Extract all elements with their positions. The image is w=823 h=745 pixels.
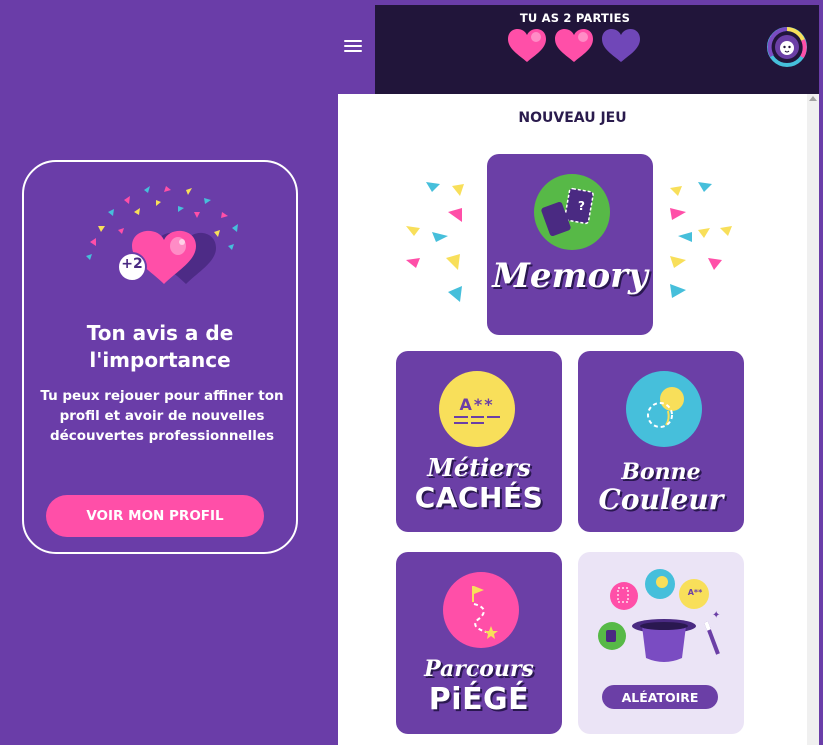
confetti-hearts-icon: [86, 186, 238, 284]
confetti-left-icon: [406, 182, 464, 302]
lives-text: TU AS 2 PARTIES: [519, 11, 631, 25]
bonne-couleur-tile[interactable]: Bonne Couleur: [578, 351, 744, 532]
memory-title: Memory: [492, 256, 648, 296]
parcours-line1: Parcours: [424, 656, 534, 682]
couleur-line2: Couleur: [598, 483, 724, 516]
section-title: NOUVEAU JEU: [518, 110, 627, 126]
heart-full-1-icon: [508, 29, 546, 62]
lion-avatar-icon[interactable]: [766, 26, 808, 68]
svg-text:✦: ✦: [712, 610, 720, 621]
metiers-caches-tile[interactable]: A** Métiers CACHÉS: [396, 351, 562, 532]
confetti-right-icon: [670, 182, 732, 298]
heart-full-2-icon: [555, 29, 593, 62]
promo-card: +2 Ton avis a de l'importance Tu peux re…: [22, 160, 298, 554]
couleur-line1: Bonne: [621, 459, 701, 485]
lives-hearts: [507, 27, 647, 67]
bubble-text: A**: [687, 588, 703, 597]
promo-text: Tu peux rejouer pour affiner ton profil …: [40, 388, 284, 444]
scrollbar[interactable]: [807, 94, 819, 745]
parcours-piege-tile[interactable]: Parcours PiÉGÉ: [396, 552, 562, 734]
plus-two-badge: +2: [121, 256, 143, 272]
promo-title: Ton avis a de l'importance: [86, 321, 234, 372]
view-profile-button[interactable]: VOIR MON PROFIL: [46, 495, 264, 537]
top-bar: TU AS 2 PARTIES: [375, 5, 819, 94]
svg-text:?: ?: [578, 199, 585, 213]
metiers-line1: Métiers: [427, 453, 531, 482]
heart-empty-icon: [602, 29, 640, 62]
scroll-up-icon[interactable]: [809, 96, 817, 101]
memory-game-tile[interactable]: ? Memory: [487, 154, 653, 335]
hidden-letters-text: A**: [459, 395, 495, 414]
hamburger-menu-icon[interactable]: [344, 40, 362, 54]
parcours-line2: PiÉGÉ: [428, 682, 530, 717]
cards-icon: ?: [534, 174, 610, 250]
random-game-button[interactable]: ALÉATOIRE: [602, 685, 718, 709]
metiers-line2: CACHÉS: [414, 481, 544, 514]
game-panel: NOUVEAU JEU ? Memory A** Métiers CACHÉS …: [338, 94, 807, 745]
random-game-tile[interactable]: ✦ A** ALÉATOIRE: [578, 552, 744, 734]
